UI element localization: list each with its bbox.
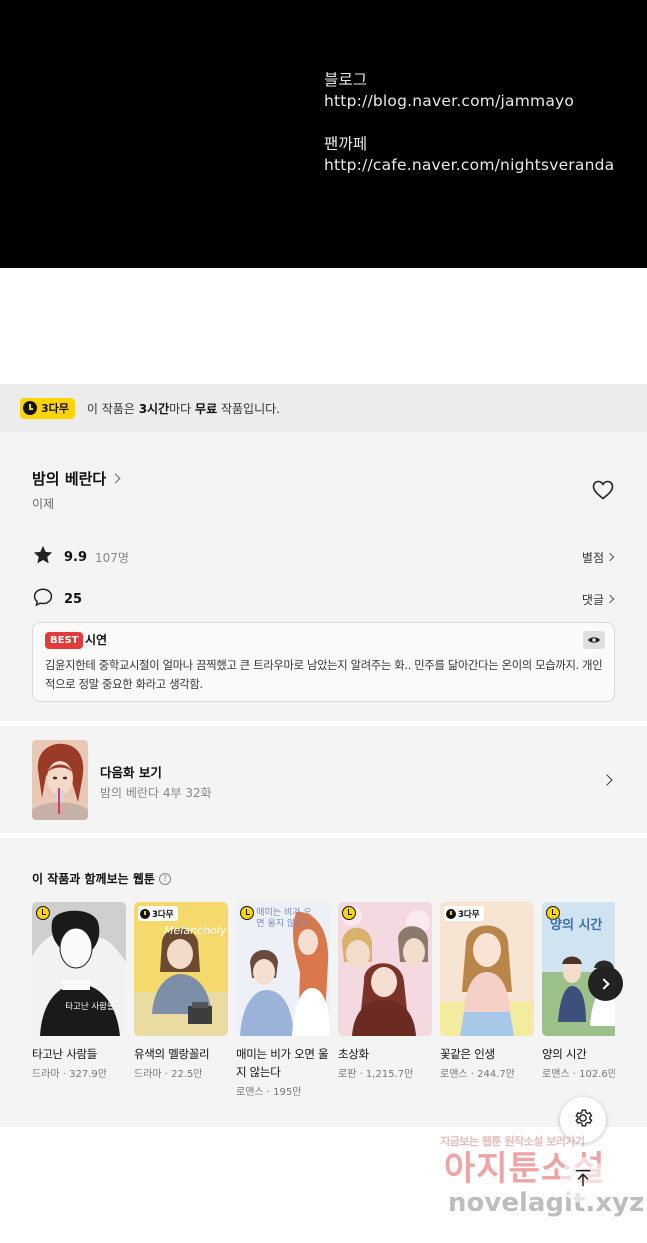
comment-link-label: 댓글 [581, 592, 604, 607]
clock-icon [36, 906, 50, 920]
cover-title: Melancholy [164, 924, 227, 937]
recommend-title: 초상화 [338, 1047, 369, 1061]
rate-link[interactable]: 별점 [581, 549, 615, 566]
eye-icon[interactable] [583, 631, 605, 649]
comment-count: 25 [64, 591, 83, 607]
star-icon [32, 544, 54, 570]
watermark: 지금보는 웹툰 원작소설 보러가기 아지툰소설 novelagit.xyz [440, 1133, 645, 1223]
recommend-card[interactable]: 3다무 Melancholy 유색의 멜랑꼴리 드라마 · 22.5만 [134, 902, 228, 1080]
scroll-top-button[interactable] [560, 1157, 606, 1203]
recommend-cover: 3다무 Melancholy [134, 902, 228, 1036]
scroll-next-button[interactable] [588, 966, 623, 1001]
comment-icon [32, 586, 54, 612]
cafe-label: 팬까페 [324, 135, 368, 153]
comment-row: 25 댓글 [32, 587, 615, 611]
next-episode-link[interactable]: 다음화 보기 밤의 베란다 4부 32화 [0, 726, 647, 833]
recommend-meta: 로판 · 1,215.7만 [338, 1069, 414, 1080]
recommend-meta: 드라마 · 22.5만 [134, 1069, 203, 1080]
recommend-meta: 로맨스 · 195만 [236, 1087, 302, 1098]
recommend-cover [338, 902, 432, 1036]
rate-link-label: 별점 [581, 550, 604, 565]
chevron-right-icon [601, 774, 613, 786]
comic-panel: 블로그 http://blog.naver.com/jammayo 팬까페 ht… [0, 0, 647, 268]
recommend-title: 양의 시간 [542, 1047, 587, 1061]
rating-row: 9.9 107명 별점 [32, 545, 615, 569]
watermark-line1: 지금보는 웹툰 원작소설 보러가기 [440, 1135, 585, 1148]
recommend-cover: 타고난 사람들 [32, 902, 126, 1036]
help-icon[interactable]: ? [158, 872, 171, 885]
best-comment-user: 시연 [85, 633, 108, 647]
wait-free-badge-label: 3다무 [41, 402, 69, 415]
best-comment[interactable]: BEST 시연 김윤지한테 중학교시절이 얼마나 끔찍했고 큰 트라우마로 남았… [32, 622, 615, 702]
clock-icon [342, 906, 356, 920]
blog-url: http://blog.naver.com/jammayo [324, 92, 575, 110]
series-title: 밤의 베란다 [32, 470, 107, 488]
next-episode-subtitle: 밤의 베란다 4부 32화 [100, 786, 212, 800]
cafe-url: http://cafe.naver.com/nightsveranda [324, 156, 615, 174]
recommend-cover: 매미는 비가 오면 울지 않는다 [236, 902, 330, 1036]
chevron-right-icon [605, 594, 615, 604]
section-divider [0, 833, 647, 838]
free-info-text: 이 작품은 3시간마다 무료 작품입니다. [87, 400, 280, 417]
rating-count: 107명 [95, 550, 129, 565]
next-episode-title: 다음화 보기 [100, 765, 162, 780]
recommend-card[interactable]: 매미는 비가 오면 울지 않는다 매미는 비가 오면 울지 않는다 로맨스 · … [236, 902, 330, 1098]
recommend-list: 타고난 사람들 타고난 사람들 드라마 · 327.9만 3다무 Melanch… [32, 902, 615, 1112]
recommend-card[interactable]: 타고난 사람들 타고난 사람들 드라마 · 327.9만 [32, 902, 126, 1080]
wait-free-badge: 3다무 [20, 397, 75, 419]
best-badge: BEST [45, 632, 84, 649]
recommend-meta: 로맨스 · 244.7만 [440, 1069, 515, 1080]
clock-icon [140, 908, 150, 919]
watermark-line3: novelagit.xyz [448, 1188, 645, 1218]
rating-value: 9.9 [64, 549, 88, 565]
chevron-right-icon [605, 552, 615, 562]
clock-icon [23, 401, 37, 415]
recommend-title: 꽃같은 인생 [440, 1047, 495, 1061]
recommend-title: 유색의 멜랑꼴리 [134, 1047, 210, 1061]
blog-label: 블로그 [324, 71, 368, 89]
wait-free-badge-label: 3다무 [152, 909, 174, 920]
wait-free-badge: 3다무 [138, 906, 178, 921]
clock-icon [446, 908, 456, 919]
next-episode-thumbnail [32, 740, 88, 820]
recommend-card[interactable]: 초상화 로판 · 1,215.7만 [338, 902, 432, 1080]
cover-title: 타고난 사람들 [65, 1002, 115, 1012]
author-credits: 블로그 http://blog.naver.com/jammayo 팬까페 ht… [324, 70, 614, 176]
cover-title: 양의 시간 [550, 918, 603, 933]
recommend-heading-label: 이 작품과 함께보는 웹툰 [32, 872, 155, 886]
free-text-pre: 이 작품은 [86, 401, 139, 416]
free-text-mid: 마다 [169, 401, 196, 416]
free-text-hours: 3시간 [138, 401, 170, 416]
recommend-meta: 드라마 · 327.9만 [32, 1069, 107, 1080]
author-name[interactable]: 이제 [32, 495, 54, 512]
series-title-link[interactable]: 밤의 베란다 [32, 468, 121, 489]
free-text-free: 무료 [195, 401, 218, 416]
recommend-cover: 3다무 [440, 902, 534, 1036]
watermark-line2: 아지툰소설 [444, 1149, 606, 1189]
recommend-title: 타고난 사람들 [32, 1047, 98, 1061]
best-comment-text: 김윤지한테 중학교시절이 얼마나 끔찍했고 큰 트라우마로 남았는지 알려주는 … [45, 659, 603, 691]
cover-title: 매미는 비가 오면 울지 않는다 [256, 908, 312, 929]
free-info-banner: 3다무 이 작품은 3시간마다 무료 작품입니다. [0, 384, 647, 432]
recommend-meta: 로맨스 · 102.6만 [542, 1069, 615, 1080]
recommend-title: 매미는 비가 오면 울지 않는다 [236, 1047, 329, 1079]
recommend-card[interactable]: 3다무 꽃같은 인생 로맨스 · 244.7만 [440, 902, 534, 1080]
chevron-right-icon [598, 977, 610, 990]
arrow-up-icon [572, 1167, 594, 1193]
recommend-heading: 이 작품과 함께보는 웹툰 ? [32, 870, 171, 887]
chevron-right-icon [110, 473, 121, 484]
heart-icon[interactable] [591, 478, 615, 502]
wait-free-badge-label: 3다무 [458, 909, 480, 920]
comment-link[interactable]: 댓글 [581, 591, 615, 608]
wait-free-badge: 3다무 [444, 906, 484, 921]
gear-icon [572, 1107, 594, 1133]
clock-icon [240, 906, 254, 920]
free-text-post: 작품입니다. [217, 401, 280, 416]
